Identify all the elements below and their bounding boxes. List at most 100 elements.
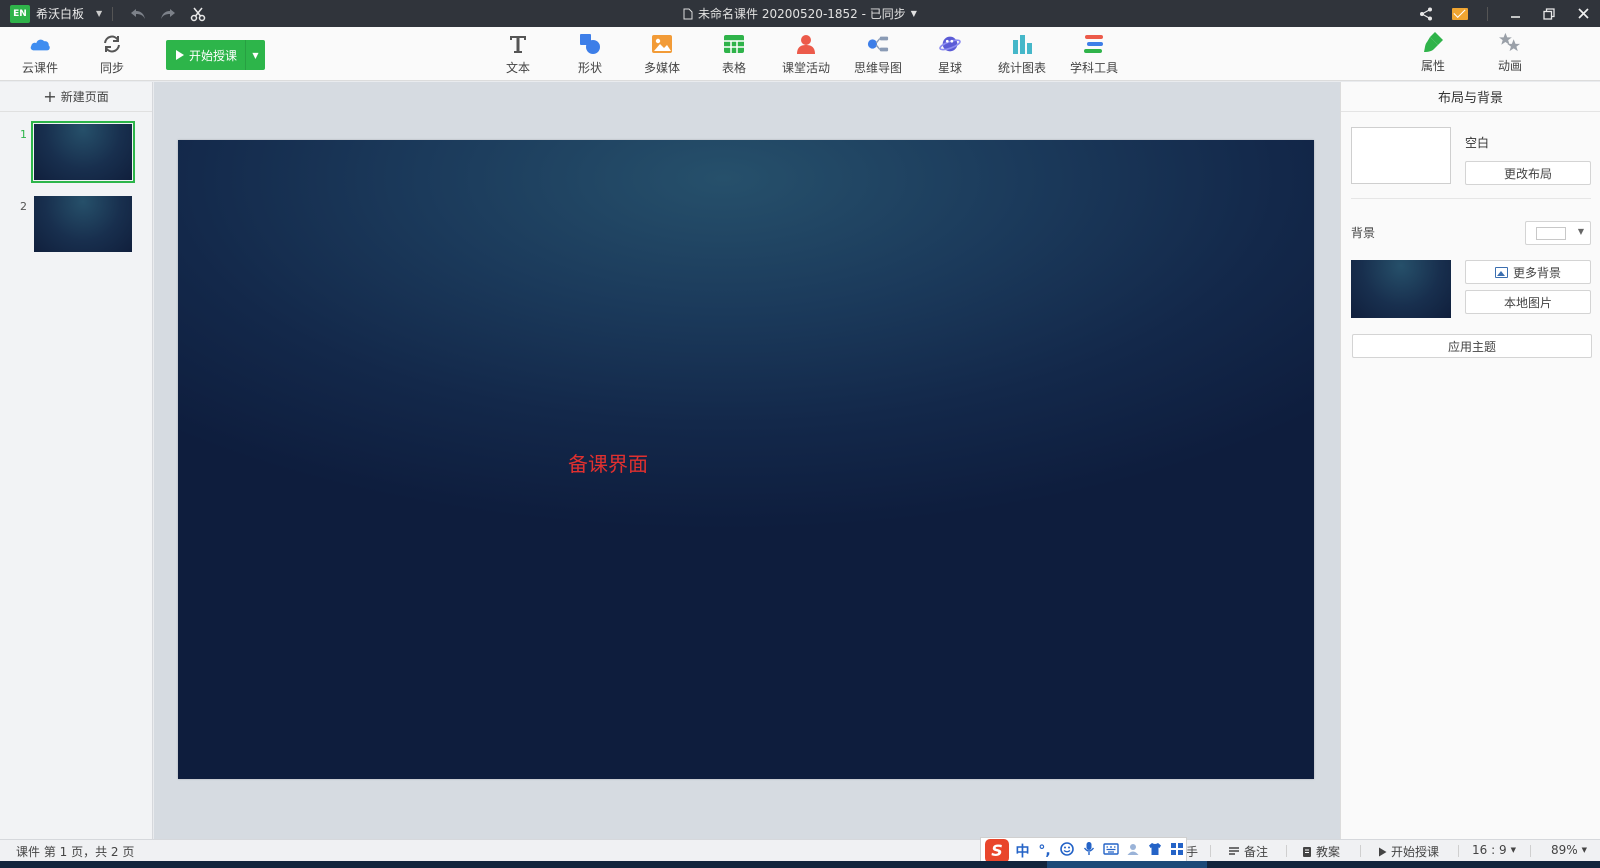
page-preview (34, 196, 132, 252)
status-start-teaching-label: 开始授课 (1391, 845, 1440, 859)
color-swatch (1536, 227, 1566, 240)
apply-theme-label: 应用主题 (1447, 339, 1496, 354)
ime-toolbar: S 中 °, (980, 837, 1187, 864)
play-icon (176, 50, 184, 60)
zoom-value: 89% (1551, 843, 1578, 857)
background-color-picker[interactable]: ▼ (1525, 221, 1591, 245)
change-layout-button[interactable]: 更改布局 (1465, 161, 1591, 185)
notes-label: 备注 (1244, 845, 1269, 859)
sync-button[interactable]: 同步 (81, 33, 143, 77)
subject-tools-icon (1083, 33, 1105, 55)
tool-shape[interactable]: 形状 (559, 33, 621, 77)
document-icon (683, 8, 693, 19)
start-teaching-dropdown-icon[interactable]: ▼ (246, 51, 265, 60)
slide-canvas[interactable]: 备课界面 (178, 140, 1314, 779)
app-name[interactable]: 希沃白板 (36, 5, 84, 22)
plus-icon: + (43, 86, 57, 106)
redo-icon[interactable] (153, 0, 183, 27)
document-menu-caret-icon: ▼ (910, 9, 917, 18)
tool-table-label: 表格 (721, 61, 746, 75)
layout-preview[interactable] (1351, 127, 1451, 184)
notes-icon (1229, 846, 1239, 855)
page-number: 2 (20, 200, 27, 213)
restore-icon[interactable] (1532, 0, 1566, 27)
more-backgrounds-button[interactable]: 更多背景 (1465, 260, 1591, 284)
notes-button[interactable]: 备注 (1228, 843, 1268, 860)
chevron-down-icon: ▼ (1577, 227, 1584, 236)
close-icon[interactable] (1566, 0, 1600, 27)
activity-icon (795, 33, 817, 55)
status-bar: 课件 第 1 页，共 2 页 手 备注 教案 开始授课 16 : 9 ▼ 89%… (0, 839, 1600, 861)
emoji-icon[interactable] (1058, 841, 1075, 860)
page-thumbnail-2[interactable]: 2 (0, 196, 153, 256)
local-image-button[interactable]: 本地图片 (1465, 290, 1591, 314)
grid-menu-icon[interactable] (1168, 842, 1185, 860)
start-teaching-button[interactable]: 开始授课 ▼ (166, 40, 265, 70)
paint-brush-icon (1422, 31, 1444, 53)
microphone-icon[interactable] (1080, 841, 1097, 860)
tool-text-label: 文本 (505, 61, 530, 75)
tool-media-label: 多媒体 (643, 61, 680, 75)
properties-panel: 布局与背景 空白 更改布局 背景 ▼ 更多背景 本地图片 应用主题 (1340, 82, 1600, 839)
scissors-icon[interactable] (183, 0, 213, 27)
editing-canvas-area: 备课界面 (154, 82, 1340, 839)
tool-table[interactable]: 表格 (703, 33, 765, 77)
skin-shirt-icon[interactable] (1146, 842, 1163, 860)
document-title[interactable]: 未命名课件 20200520-1852 - 已同步 ▼ (683, 5, 917, 22)
hidden-partial-item[interactable]: 手 (1186, 843, 1198, 860)
user-icon[interactable] (1124, 842, 1141, 860)
tool-statistics-chart[interactable]: 统计图表 (991, 33, 1053, 77)
aspect-ratio-selector[interactable]: 16 : 9 ▼ (1472, 843, 1516, 857)
divider (1487, 6, 1488, 21)
tool-mindmap[interactable]: 思维导图 (847, 33, 909, 77)
divider (1360, 845, 1361, 857)
start-teaching-main[interactable]: 开始授课 (166, 40, 246, 70)
app-menu-caret-icon[interactable]: ▼ (96, 9, 102, 18)
mail-icon (1452, 7, 1468, 20)
zoom-selector[interactable]: 89% ▼ (1551, 843, 1587, 857)
taskbar-highlight (1047, 861, 1207, 868)
layout-name: 空白 (1465, 136, 1490, 150)
apply-theme-button[interactable]: 应用主题 (1352, 334, 1592, 358)
table-icon (723, 33, 745, 55)
tool-classroom-activity-label: 课堂活动 (781, 61, 830, 75)
message-button[interactable] (1443, 0, 1477, 27)
undo-icon[interactable] (123, 0, 153, 27)
page-number: 1 (20, 128, 27, 141)
animation-stars-icon (1499, 31, 1521, 53)
tool-subject-tools[interactable]: 学科工具 (1063, 33, 1125, 77)
tool-media[interactable]: 多媒体 (631, 33, 693, 77)
ime-logo[interactable]: S (985, 838, 1009, 863)
chevron-down-icon: ▼ (1581, 846, 1588, 854)
shape-icon (579, 33, 601, 55)
lesson-plan-button[interactable]: 教案 (1302, 843, 1340, 860)
ime-punctuation-toggle[interactable]: °, (1036, 843, 1053, 859)
tool-planet-label: 星球 (937, 61, 962, 75)
tab-properties[interactable]: 属性 (1402, 31, 1464, 75)
sync-label: 同步 (99, 61, 124, 75)
tab-animation[interactable]: 动画 (1479, 31, 1541, 75)
chart-icon (1011, 33, 1033, 55)
tool-planet[interactable]: 星球 (919, 33, 981, 77)
tool-classroom-activity[interactable]: 课堂活动 (775, 33, 837, 77)
chevron-down-icon: ▼ (1510, 846, 1516, 854)
title-bar: EN 希沃白板 ▼ 未命名课件 20200520-1852 - 已同步 ▼ (0, 0, 1600, 27)
page-info: 课件 第 1 页，共 2 页 (16, 845, 135, 859)
cloud-courseware-label: 云课件 (21, 61, 58, 75)
tool-text[interactable]: 文本 (487, 33, 549, 77)
change-layout-label: 更改布局 (1503, 166, 1552, 181)
cloud-courseware-button[interactable]: 云课件 (9, 33, 71, 77)
page-thumbnail-1[interactable]: 1 (0, 121, 153, 184)
background-preview[interactable] (1351, 260, 1451, 318)
tool-mindmap-label: 思维导图 (853, 61, 902, 75)
status-start-teaching-button[interactable]: 开始授课 (1378, 843, 1439, 860)
tab-animation-label: 动画 (1497, 59, 1522, 73)
slide-text-box[interactable]: 备课界面 (568, 448, 648, 477)
keyboard-icon[interactable] (1102, 842, 1119, 859)
share-icon[interactable] (1409, 0, 1443, 27)
page-preview (31, 121, 135, 183)
minimize-icon[interactable] (1498, 0, 1532, 27)
new-page-button[interactable]: + 新建页面 (0, 82, 152, 112)
more-backgrounds-label: 更多背景 (1512, 265, 1561, 280)
ime-mode-toggle[interactable]: 中 (1014, 841, 1031, 861)
